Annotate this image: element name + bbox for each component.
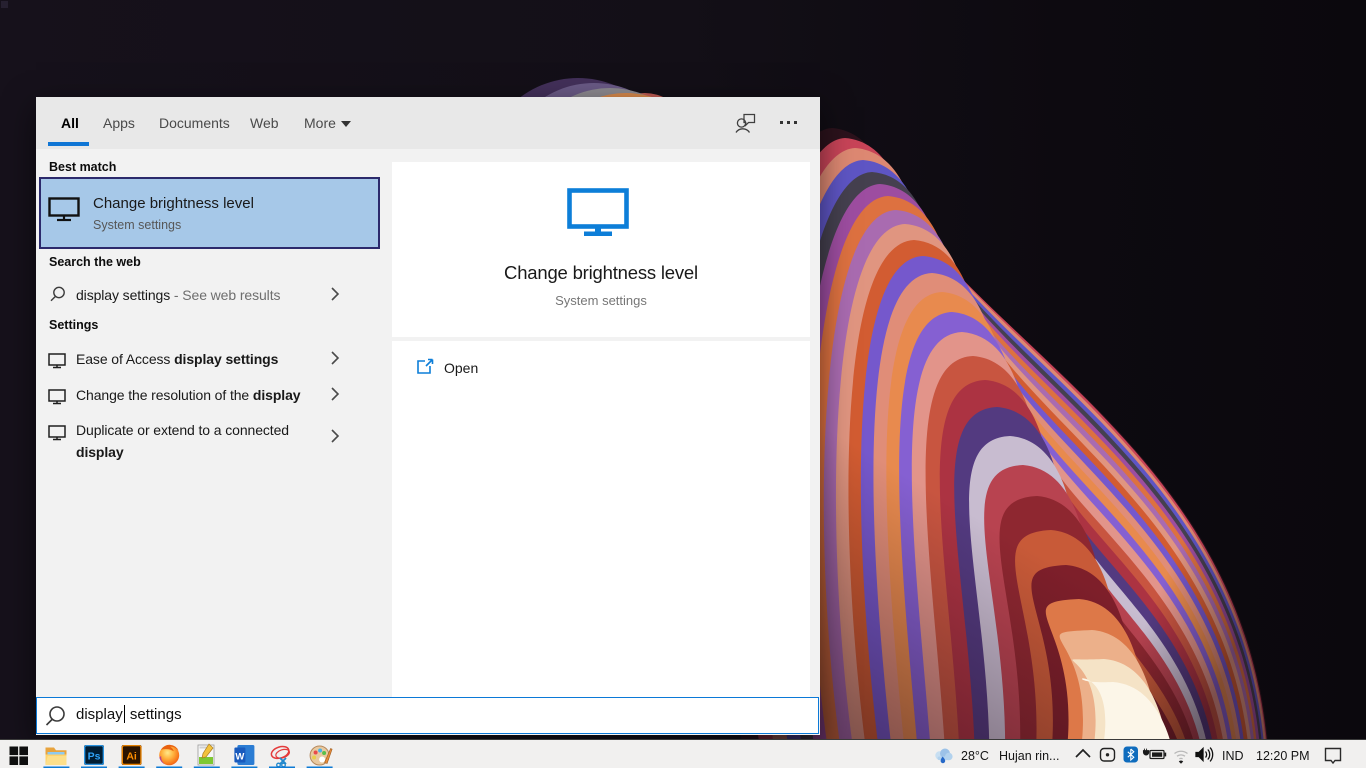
svg-text:Ps: Ps: [88, 751, 101, 763]
svg-text:W: W: [235, 751, 244, 762]
svg-text:Ai: Ai: [126, 751, 137, 763]
